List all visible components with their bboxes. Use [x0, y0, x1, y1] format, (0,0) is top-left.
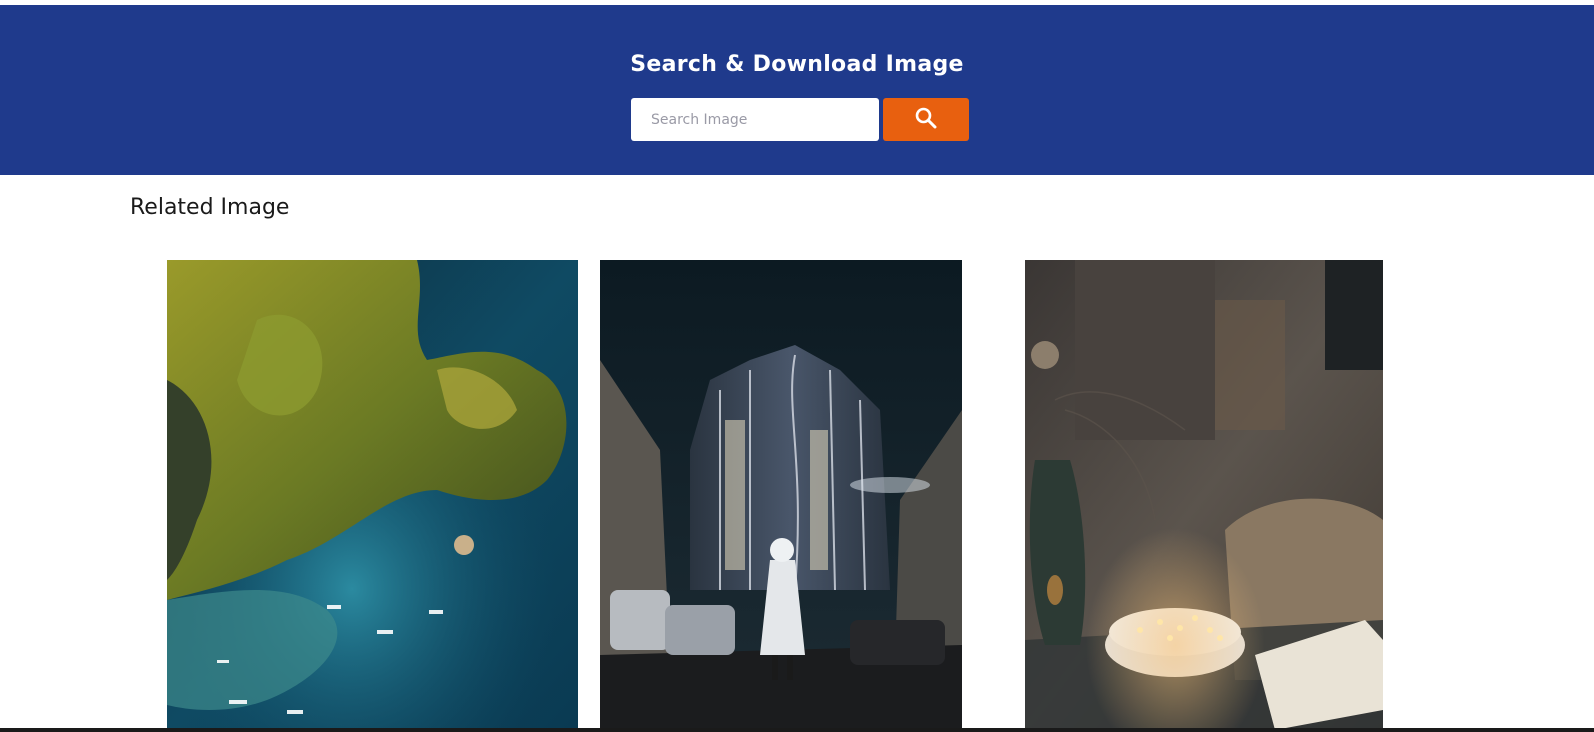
search-input[interactable] [631, 98, 879, 141]
related-image-3[interactable] [1025, 260, 1383, 730]
city-night-image [600, 260, 962, 730]
page-title: Search & Download Image [630, 52, 964, 77]
related-image-1[interactable] [167, 260, 578, 730]
related-images-heading: Related Image [130, 195, 290, 220]
bottom-edge [0, 728, 1594, 732]
search-header: Search & Download Image [0, 5, 1594, 175]
search-icon [914, 106, 938, 133]
island-aerial-image [167, 260, 578, 730]
related-image-2[interactable] [600, 260, 962, 730]
candles-interior-image [1025, 260, 1383, 730]
search-button[interactable] [883, 98, 969, 141]
